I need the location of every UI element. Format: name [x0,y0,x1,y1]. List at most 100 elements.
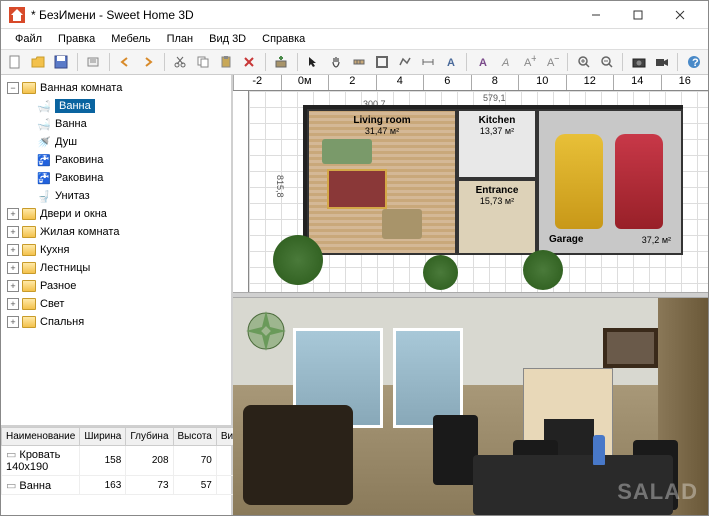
separator [164,53,165,71]
plant-tree[interactable] [423,255,458,290]
chair-3d [433,415,478,485]
tree-folder-misc[interactable]: +Разное [3,277,229,295]
armchair-3d [243,405,353,505]
tree-item-bath[interactable]: 🛁Ванна [3,97,229,115]
paste-button[interactable] [216,51,237,73]
tree-folder-kitchen[interactable]: +Кухня [3,241,229,259]
toilet-icon: 🚽 [37,190,51,202]
separator [297,53,298,71]
tree-item-sink[interactable]: 🚰Раковина [3,151,229,169]
separator [677,53,678,71]
menu-help[interactable]: Справка [254,31,313,47]
separator [622,53,623,71]
add-furniture-button[interactable] [271,51,292,73]
tree-item-sink2[interactable]: 🚰Раковина [3,169,229,187]
room-kitchen[interactable]: Kitchen13,37 м² [457,109,537,179]
room-entrance[interactable]: Entrance15,73 м² [457,179,537,255]
menu-plan[interactable]: План [159,31,202,47]
svg-text:A: A [501,57,509,69]
tree-folder-bedroom[interactable]: +Спальня [3,313,229,331]
dimension-label: 815,8 [275,175,285,198]
svg-text:A: A [447,57,455,69]
copy-button[interactable] [193,51,214,73]
maximize-button[interactable] [618,3,658,27]
tree-item-toilet[interactable]: 🚽Унитаз [3,187,229,205]
furniture-table[interactable] [382,209,422,239]
car-yellow[interactable] [555,134,603,229]
save-button[interactable] [51,51,72,73]
col-width[interactable]: Ширина [80,428,126,446]
plant-tree[interactable] [273,235,323,285]
zoom-in-button[interactable] [573,51,594,73]
floorplan[interactable]: Living room31,47 м² Kitchen13,37 м² Entr… [303,105,683,255]
zoom-out-button[interactable] [596,51,617,73]
menu-furniture[interactable]: Мебель [103,31,158,47]
preferences-button[interactable] [83,51,104,73]
pan-tool[interactable] [326,51,347,73]
sink-icon: 🚰 [37,154,51,166]
text-increase-button[interactable]: A+ [518,51,539,73]
view-3d[interactable]: SALAD [233,298,708,515]
furniture-sofa[interactable] [322,139,372,164]
cut-button[interactable] [170,51,191,73]
window-3d [393,328,463,428]
car-red[interactable] [615,134,663,229]
new-button[interactable] [5,51,26,73]
tree-folder-light[interactable]: +Свет [3,295,229,313]
tree-folder-stairs[interactable]: +Лестницы [3,259,229,277]
text-decrease-button[interactable]: A− [541,51,562,73]
furniture-table[interactable]: Наименование Ширина Глубина Высота Видим… [1,425,231,515]
toolbar: A A A A+ A− ? [1,49,708,75]
select-tool[interactable] [303,51,324,73]
redo-button[interactable] [138,51,159,73]
menu-edit[interactable]: Правка [50,31,103,47]
app-icon [9,7,25,23]
titlebar: * БезИмени - Sweet Home 3D [1,1,708,29]
folder-icon [22,226,36,238]
dimension-label: 579,1 [483,93,506,103]
wall-tool[interactable] [349,51,370,73]
ruler-vertical [233,91,249,292]
tree-folder-bathroom[interactable]: −Ванная комната [3,79,229,97]
tree-item-bath2[interactable]: 🛁Ванна [3,115,229,133]
window-title: * БезИмени - Sweet Home 3D [31,8,576,22]
folder-icon [22,208,36,220]
separator [77,53,78,71]
text-italic-button[interactable]: A [495,51,516,73]
folder-icon [22,316,36,328]
text-bold-button[interactable]: A [472,51,493,73]
right-pane: -20м246810121416 579,1 300,7 815,8 Livin… [233,75,708,515]
open-button[interactable] [28,51,49,73]
menu-3d[interactable]: Вид 3D [201,31,254,47]
dimension-tool[interactable] [418,51,439,73]
folder-icon [22,262,36,274]
compass-icon[interactable] [241,306,291,356]
separator [567,53,568,71]
bath-icon: 🛁 [37,118,51,130]
video-button[interactable] [651,51,672,73]
col-height[interactable]: Высота [173,428,216,446]
photo-button[interactable] [628,51,649,73]
plan-2d-view[interactable]: -20м246810121416 579,1 300,7 815,8 Livin… [233,75,708,292]
tree-item-shower[interactable]: 🚿Душ [3,133,229,151]
polyline-tool[interactable] [395,51,416,73]
catalog-tree[interactable]: −Ванная комната 🛁Ванна 🛁Ванна 🚿Душ 🚰Рако… [1,75,231,425]
text-tool[interactable]: A [441,51,462,73]
folder-icon [22,280,36,292]
close-button[interactable] [660,3,700,27]
menu-file[interactable]: Файл [7,31,50,47]
tree-folder-living[interactable]: +Жилая комната [3,223,229,241]
help-button[interactable]: ? [683,51,704,73]
tree-folder-doors[interactable]: +Двери и окна [3,205,229,223]
svg-text:−: − [554,55,559,65]
col-depth[interactable]: Глубина [126,428,173,446]
separator [466,53,467,71]
furniture-rug[interactable] [327,169,387,209]
delete-button[interactable] [239,51,260,73]
plant-tree[interactable] [523,250,563,290]
col-name[interactable]: Наименование [2,428,80,446]
room-tool[interactable] [372,51,393,73]
minimize-button[interactable] [576,3,616,27]
bottle-3d [593,435,605,465]
undo-button[interactable] [115,51,136,73]
